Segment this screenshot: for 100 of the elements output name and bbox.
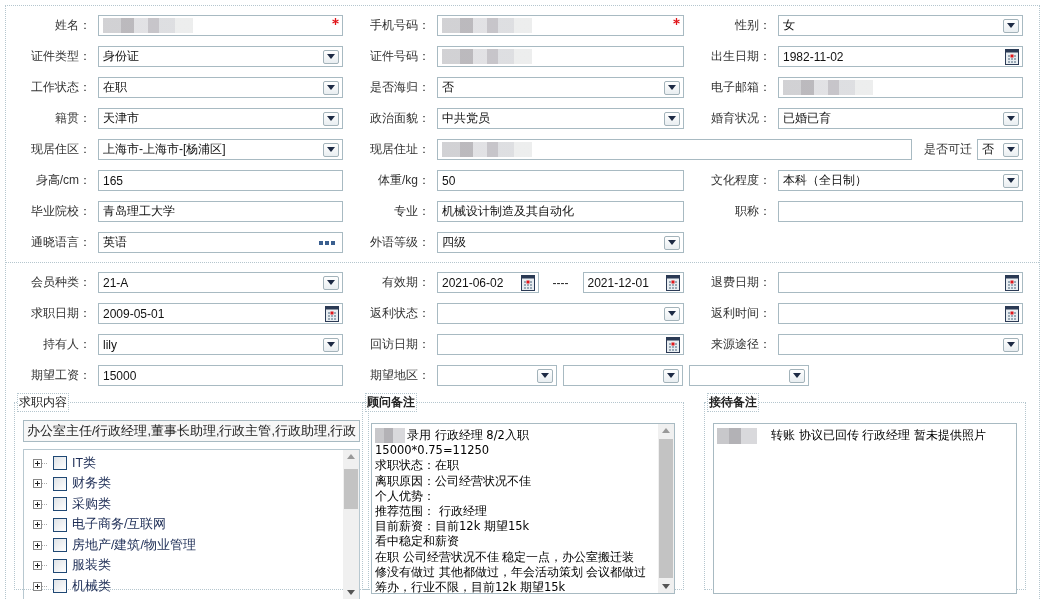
expand-icon[interactable] xyxy=(33,581,47,591)
text-field[interactable] xyxy=(437,15,684,36)
field-label: 证件号码： xyxy=(369,48,431,65)
dropdown-button[interactable] xyxy=(664,80,680,95)
select-field[interactable]: 上海市-上海市-[杨浦区] xyxy=(98,139,343,160)
text-field[interactable] xyxy=(437,46,684,67)
text-field[interactable] xyxy=(778,77,1023,98)
field-label: 政治面貌： xyxy=(369,110,431,127)
select-field[interactable]: 中共党员 xyxy=(437,108,684,129)
text-field[interactable]: 50 xyxy=(437,170,684,191)
dropdown-button[interactable] xyxy=(323,337,339,352)
select-field[interactable] xyxy=(437,303,684,324)
date-field[interactable]: 2021-12-01 xyxy=(582,272,684,293)
dropdown-button[interactable] xyxy=(323,111,339,126)
select-field[interactable]: 在职 xyxy=(98,77,343,98)
select-field[interactable]: 天津市 xyxy=(98,108,343,129)
text-field[interactable]: 165 xyxy=(98,170,343,191)
dropdown-button[interactable] xyxy=(323,49,339,64)
select-field[interactable]: 女 xyxy=(778,15,1023,36)
select-field[interactable]: 本科（全日制） xyxy=(778,170,1023,191)
dropdown-button[interactable] xyxy=(1003,18,1019,33)
calendar-icon[interactable] xyxy=(1005,305,1019,322)
dropdown-button[interactable] xyxy=(789,368,805,383)
calendar-icon[interactable] xyxy=(1005,274,1019,291)
checkbox[interactable] xyxy=(53,538,67,553)
scrollbar[interactable] xyxy=(658,424,674,593)
dropdown-button[interactable] xyxy=(1003,173,1019,188)
tree-item[interactable]: 房地产/建筑/物业管理 xyxy=(72,536,196,554)
scroll-thumb[interactable] xyxy=(344,469,359,509)
select-field[interactable] xyxy=(689,365,809,386)
select-field[interactable]: 否 xyxy=(977,139,1023,160)
calendar-icon[interactable] xyxy=(325,305,339,322)
select-field[interactable] xyxy=(437,365,557,386)
dropdown-button[interactable] xyxy=(664,306,680,321)
date-field[interactable]: 1982-11-02 xyxy=(778,46,1023,67)
text-field[interactable] xyxy=(98,15,343,36)
checkbox[interactable] xyxy=(53,476,67,491)
tree-item[interactable]: IT类 xyxy=(72,454,97,472)
checkbox[interactable] xyxy=(53,497,67,512)
date-field[interactable]: 2021-06-02 xyxy=(437,272,539,293)
text-field[interactable] xyxy=(778,201,1023,222)
date-field[interactable] xyxy=(437,334,684,355)
dropdown-button[interactable] xyxy=(1003,111,1019,126)
dropdown-button[interactable] xyxy=(664,235,680,250)
text-field[interactable]: 青岛理工大学 xyxy=(98,201,343,222)
date-field[interactable] xyxy=(778,272,1023,293)
select-field[interactable]: 21-A xyxy=(98,272,343,293)
expand-icon[interactable] xyxy=(33,540,47,550)
dropdown-button[interactable] xyxy=(323,142,339,157)
caret-icon xyxy=(327,342,335,347)
dropdown-button[interactable] xyxy=(323,275,339,290)
checkbox[interactable] xyxy=(53,579,67,594)
scroll-down-icon[interactable] xyxy=(662,584,670,589)
dropdown-button[interactable] xyxy=(1003,337,1019,352)
checkbox[interactable] xyxy=(53,517,67,532)
select-field[interactable]: lily xyxy=(98,334,343,355)
tree-item[interactable]: 采购类 xyxy=(72,495,111,513)
notes-textarea[interactable]: 转账 协议已回传 行政经理 暂未提供照片 xyxy=(713,423,1017,594)
calendar-icon[interactable] xyxy=(666,274,680,291)
checkbox[interactable] xyxy=(53,558,67,573)
caret-icon xyxy=(541,373,549,378)
scrollbar[interactable] xyxy=(343,450,360,599)
selection-summary-field[interactable]: 办公室主任/行政经理,董事长助理,行政主管,行政助理,行政 xyxy=(23,420,361,442)
dropdown-button[interactable] xyxy=(1003,142,1019,157)
dropdown-button[interactable] xyxy=(664,111,680,126)
select-field[interactable] xyxy=(778,334,1023,355)
scroll-down-icon[interactable] xyxy=(347,590,356,595)
expand-icon[interactable] xyxy=(33,561,47,571)
text-field[interactable]: 机械设计制造及其自动化 xyxy=(437,201,684,222)
caret-icon xyxy=(327,147,335,152)
calendar-icon[interactable] xyxy=(666,336,680,353)
tree-item[interactable]: 财务类 xyxy=(72,475,111,493)
select-field[interactable] xyxy=(563,365,683,386)
field-label: 通晓语言： xyxy=(30,234,92,251)
more-icon[interactable] xyxy=(319,240,335,245)
dropdown-button[interactable] xyxy=(537,368,553,383)
select-field[interactable]: 身份证 xyxy=(98,46,343,67)
expand-icon[interactable] xyxy=(33,458,47,468)
tree-item[interactable]: 机械类 xyxy=(72,577,111,595)
expand-icon[interactable] xyxy=(33,520,47,530)
scroll-thumb[interactable] xyxy=(659,439,673,578)
select-field[interactable]: 否 xyxy=(437,77,684,98)
text-field[interactable]: 15000 xyxy=(98,365,343,386)
select-field[interactable]: 已婚已育 xyxy=(778,108,1023,129)
tree-item[interactable]: 服装类 xyxy=(72,557,111,575)
field-label: 籍贯： xyxy=(54,110,92,127)
dropdown-button[interactable] xyxy=(663,368,679,383)
text-field[interactable] xyxy=(437,139,912,160)
calendar-icon[interactable] xyxy=(1005,48,1019,65)
select-field[interactable]: 四级 xyxy=(437,232,684,253)
date-field[interactable]: 2009-05-01 xyxy=(98,303,343,324)
checkbox[interactable] xyxy=(53,456,67,471)
expand-icon[interactable] xyxy=(33,479,47,489)
notes-textarea[interactable]: 录用 行政经理 8/2入职 15000*0.75=11250 求职状态：在职 离职原因：公司经营状况不佳 个人优势： 推荐范围： 行政经理 目前薪资：目前12k 期望15k 看中稳定和薪资 在职 公司经营状况不佳 稳定一点，办公室搬迁装 修没有做过 其他都做过，年会活动策划 会议都做过 筹办，行业不限，目前12k 期望15k xyxy=(371,423,675,594)
tree-item[interactable]: 电子商务/互联网 xyxy=(72,516,167,534)
lookup-field[interactable]: 英语 xyxy=(98,232,343,253)
expand-icon[interactable] xyxy=(33,499,47,509)
calendar-icon[interactable] xyxy=(520,274,535,291)
date-field[interactable] xyxy=(778,303,1023,324)
dropdown-button[interactable] xyxy=(323,80,339,95)
